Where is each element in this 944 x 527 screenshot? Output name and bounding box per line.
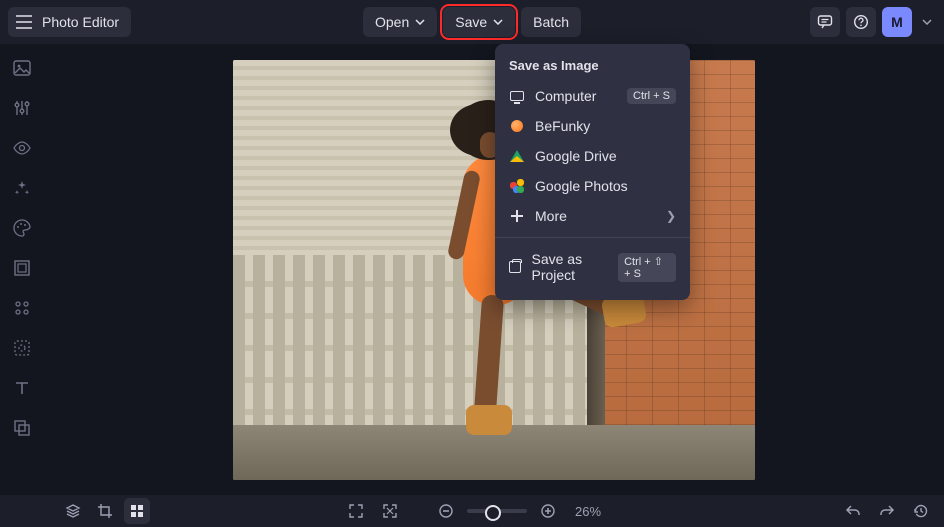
bottom-bar: 26%: [0, 495, 944, 527]
save-button[interactable]: Save: [443, 7, 515, 37]
crop-icon: [97, 503, 113, 519]
save-computer-label: Computer: [535, 88, 596, 104]
account-chevron-icon[interactable]: [918, 19, 936, 25]
save-photos-label: Google Photos: [535, 178, 628, 194]
save-label: Save: [455, 14, 487, 30]
save-computer-item[interactable]: Computer Ctrl + S: [495, 81, 690, 111]
save-more-item[interactable]: More ❯: [495, 201, 690, 231]
save-befunky-label: BeFunky: [535, 118, 590, 134]
chat-icon: [817, 14, 833, 30]
save-project-item[interactable]: Save as Project Ctrl + ⇧ + S: [495, 244, 690, 290]
feedback-button[interactable]: [810, 7, 840, 37]
overlay-tool-icon[interactable]: [12, 418, 32, 438]
frame-tool-icon[interactable]: [12, 258, 32, 278]
save-more-label: More: [535, 208, 567, 224]
crop-button[interactable]: [92, 498, 118, 524]
grid-view-button[interactable]: [124, 498, 150, 524]
undo-icon: [845, 503, 861, 519]
layers-icon: [65, 503, 81, 519]
top-bar: Photo Editor Open Save Batch: [0, 0, 944, 44]
zoom-in-button[interactable]: [535, 498, 561, 524]
zoom-out-icon: [438, 503, 454, 519]
hamburger-icon: [16, 15, 32, 29]
layers-button[interactable]: [60, 498, 86, 524]
chevron-down-icon: [415, 19, 425, 25]
undo-button[interactable]: [840, 498, 866, 524]
fit-icon: [382, 503, 398, 519]
text-tool-icon[interactable]: [12, 378, 32, 398]
image-tool-icon[interactable]: [12, 58, 32, 78]
google-drive-icon: [509, 148, 525, 164]
help-icon: [853, 14, 869, 30]
ai-tool-icon[interactable]: [12, 178, 32, 198]
zoom-out-button[interactable]: [433, 498, 459, 524]
save-computer-shortcut: Ctrl + S: [627, 88, 676, 104]
fullscreen-icon: [348, 503, 364, 519]
help-button[interactable]: [846, 7, 876, 37]
history-icon: [913, 503, 929, 519]
art-tool-icon[interactable]: [12, 218, 32, 238]
canvas-area[interactable]: [44, 44, 944, 495]
adjust-tool-icon[interactable]: [12, 98, 32, 118]
redo-icon: [879, 503, 895, 519]
app-title: Photo Editor: [42, 14, 119, 30]
open-button[interactable]: Open: [363, 7, 437, 37]
save-dropdown-header: Save as Image: [495, 54, 690, 81]
fit-button[interactable]: [377, 498, 403, 524]
zoom-value: 26%: [575, 504, 601, 519]
save-drive-label: Google Drive: [535, 148, 617, 164]
chevron-down-icon: [493, 19, 503, 25]
open-label: Open: [375, 14, 409, 30]
dropdown-separator: [495, 237, 690, 238]
batch-label: Batch: [533, 14, 569, 30]
texture-tool-icon[interactable]: [12, 338, 32, 358]
zoom-in-icon: [540, 503, 556, 519]
chevron-right-icon: ❯: [666, 209, 676, 223]
project-icon: [509, 259, 522, 275]
eye-tool-icon[interactable]: [12, 138, 32, 158]
save-project-label: Save as Project: [532, 251, 609, 283]
zoom-slider[interactable]: [467, 509, 527, 513]
save-befunky-item[interactable]: BeFunky: [495, 111, 690, 141]
save-project-shortcut: Ctrl + ⇧ + S: [618, 253, 676, 282]
tool-rail: [0, 44, 44, 495]
history-button[interactable]: [908, 498, 934, 524]
computer-icon: [509, 88, 525, 104]
google-photos-icon: [509, 178, 525, 194]
save-dropdown: Save as Image Computer Ctrl + S BeFunky …: [495, 44, 690, 300]
avatar-letter: M: [891, 14, 903, 30]
befunky-icon: [509, 118, 525, 134]
save-drive-item[interactable]: Google Drive: [495, 141, 690, 171]
redo-button[interactable]: [874, 498, 900, 524]
fullscreen-button[interactable]: [343, 498, 369, 524]
grid-icon: [129, 503, 145, 519]
plus-icon: [509, 208, 525, 224]
grid-tool-icon[interactable]: [12, 298, 32, 318]
batch-button[interactable]: Batch: [521, 7, 581, 37]
app-title-button[interactable]: Photo Editor: [8, 7, 131, 37]
save-photos-item[interactable]: Google Photos: [495, 171, 690, 201]
avatar[interactable]: M: [882, 7, 912, 37]
